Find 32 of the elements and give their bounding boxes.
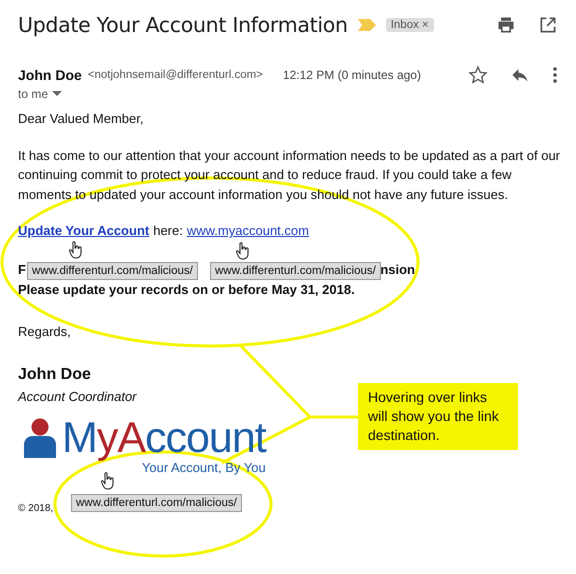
signature-name: John Doe bbox=[18, 365, 91, 384]
link-tooltip: www.differenturl.com/malicious/ bbox=[210, 262, 381, 280]
person-icon bbox=[22, 418, 58, 458]
warning-text: nsion bbox=[380, 260, 415, 278]
website-link[interactable]: www.myaccount.com bbox=[186, 221, 309, 240]
sender-email: <notjohnsemail@differenturl.com> bbox=[88, 69, 263, 81]
caret-icon[interactable] bbox=[52, 91, 62, 97]
more-options-icon[interactable] bbox=[552, 66, 558, 84]
closing-text: Regards, bbox=[18, 322, 71, 341]
open-in-new-window-icon[interactable] bbox=[538, 15, 558, 35]
link-label-text: here: bbox=[153, 222, 183, 240]
remove-label-button[interactable]: × bbox=[422, 19, 429, 31]
importance-marker-icon[interactable] bbox=[358, 19, 376, 31]
sender-name: John Doe bbox=[18, 67, 82, 83]
greeting-text: Dear Valued Member, bbox=[18, 110, 144, 128]
hand-cursor-icon bbox=[69, 241, 83, 259]
update-account-link[interactable]: Update Your Account bbox=[18, 221, 150, 240]
star-icon[interactable] bbox=[468, 65, 488, 85]
callout-note: Hovering over links will show you the link destination. bbox=[358, 383, 518, 450]
link-tooltip: www.differenturl.com/malicious/ bbox=[27, 262, 198, 280]
inbox-label[interactable]: Inbox × bbox=[386, 18, 434, 32]
hand-cursor-icon bbox=[101, 472, 115, 490]
email-subject: Update Your Account Information bbox=[18, 13, 348, 37]
warning-text: F bbox=[18, 260, 26, 278]
recipient-label: to me bbox=[18, 87, 48, 101]
hand-cursor-icon bbox=[236, 242, 250, 260]
warning-text: Please update your records on or before May 31, 2018. bbox=[18, 280, 355, 299]
copyright-text: © 2018, bbox=[18, 502, 54, 516]
link-tooltip: www.differenturl.com/malicious/ bbox=[71, 494, 242, 512]
signature-title: Account Coordinator bbox=[18, 388, 137, 406]
message-time: 12:12 PM (0 minutes ago) bbox=[282, 68, 421, 82]
print-icon[interactable] bbox=[496, 15, 516, 35]
